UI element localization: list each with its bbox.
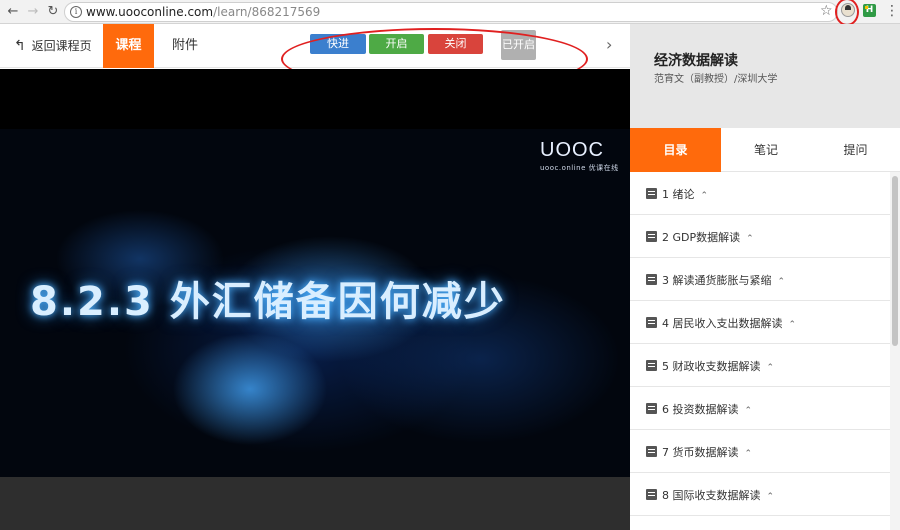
url-host: www.uooconline.com [86, 5, 214, 19]
chapter-label: 2 GDP数据解读 [662, 231, 741, 244]
chevron-up-icon[interactable]: ⌃ [767, 492, 775, 502]
chapter-item[interactable]: 7 货币数据解读 ⌃ [630, 430, 890, 473]
chapter-label: 4 居民收入支出数据解读 [662, 317, 783, 330]
chapter-item[interactable]: 8 国际收支数据解读 ⌃ [630, 473, 890, 516]
return-arrow-icon: ↰ [14, 38, 26, 54]
chevron-up-icon[interactable]: ⌃ [746, 234, 754, 244]
list-icon [646, 317, 657, 328]
annotation-circle [835, 0, 859, 26]
chapter-item[interactable]: 1 绪论 ⌃ [630, 172, 890, 215]
bookmark-star-icon[interactable]: ☆ [820, 2, 833, 20]
uooc-logo-subtitle: uooc.online 优课在线 [540, 164, 619, 172]
info-icon[interactable]: i [70, 6, 82, 18]
course-topbar: ↰ 返回课程页 课程 附件 快进 开启 关闭 已开启 › [0, 24, 630, 90]
back-label: 返回课程页 [31, 39, 92, 53]
chapter-label-wrap: 5 财政收支数据解读 ⌃ [662, 358, 774, 374]
tab-questions[interactable]: 提问 [811, 128, 900, 172]
chapter-item[interactable]: 5 财政收支数据解读 ⌃ [630, 344, 890, 387]
chevron-up-icon[interactable]: ⌃ [745, 406, 753, 416]
chevron-up-icon[interactable]: ⌃ [789, 320, 797, 330]
chapter-label-wrap: 6 投资数据解读 ⌃ [662, 401, 752, 417]
sidebar-tabs: 目录 笔记 提问 [630, 128, 900, 172]
chapter-label: 3 解读通货膨胀与紧缩 [662, 274, 772, 287]
list-icon [646, 489, 657, 500]
video-controls-bar[interactable] [0, 477, 630, 530]
url-text: www.uooconline.com/learn/868217569 [86, 5, 320, 20]
forward-arrow-icon[interactable]: → [26, 4, 40, 20]
list-icon [646, 403, 657, 414]
browser-menu-icon[interactable]: ⋮ [885, 2, 899, 20]
course-teacher: 范宵文（副教授）/深圳大学 [654, 74, 778, 85]
back-arrow-icon[interactable]: ← [6, 4, 20, 20]
chapter-label: 6 投资数据解读 [662, 403, 739, 416]
tab-catalog[interactable]: 目录 [630, 128, 721, 172]
url-path: /learn/868217569 [213, 5, 321, 19]
chapter-item[interactable]: 3 解读通货膨胀与紧缩 ⌃ [630, 258, 890, 301]
chapter-label: 8 国际收支数据解读 [662, 489, 761, 502]
course-title: 经济数据解读 [654, 53, 738, 69]
chevron-up-icon[interactable]: ⌃ [745, 449, 753, 459]
video-player[interactable]: UOOC uooc.online 优课在线 8.2.3 外汇储备因何减少 [0, 69, 630, 477]
chevron-right-icon[interactable]: › [606, 36, 612, 54]
uooc-logo: UOOC [540, 139, 604, 161]
tab-notes[interactable]: 笔记 [721, 128, 811, 172]
extension-green-icon[interactable]: H [863, 4, 876, 17]
video-title: 8.2.3 外汇储备因何减少 [30, 279, 506, 325]
chapter-item[interactable]: 4 居民收入支出数据解读 ⌃ [630, 301, 890, 344]
chevron-up-icon[interactable]: ⌃ [778, 277, 786, 287]
chapter-label-wrap: 7 货币数据解读 ⌃ [662, 444, 752, 460]
chapter-label: 5 财政收支数据解读 [662, 360, 761, 373]
chapter-label: 1 绪论 [662, 188, 695, 201]
chapter-label-wrap: 4 居民收入支出数据解读 ⌃ [662, 315, 796, 331]
reload-icon[interactable]: ↻ [46, 4, 60, 20]
list-icon [646, 446, 657, 457]
list-icon [646, 231, 657, 242]
chapter-item[interactable]: 6 投资数据解读 ⌃ [630, 387, 890, 430]
list-icon [646, 188, 657, 199]
chapter-label-wrap: 1 绪论 ⌃ [662, 186, 708, 202]
list-icon [646, 274, 657, 285]
chapter-list: 1 绪论 ⌃ 2 GDP数据解读 ⌃ 3 解读通货膨胀与紧缩 ⌃ 4 居民收入支出数据… [630, 172, 890, 530]
tab-course[interactable]: 课程 [103, 24, 154, 68]
back-to-course-link[interactable]: ↰ 返回课程页 [14, 38, 92, 54]
browser-toolbar: ← → ↻ i www.uooconline.com/learn/8682175… [0, 0, 900, 26]
chapter-label-wrap: 3 解读通货膨胀与紧缩 ⌃ [662, 272, 785, 288]
list-icon [646, 360, 657, 371]
chevron-up-icon[interactable]: ⌃ [701, 191, 709, 201]
chapter-label: 7 货币数据解读 [662, 446, 739, 459]
scrollbar-thumb[interactable] [892, 176, 898, 346]
chapter-label-wrap: 8 国际收支数据解读 ⌃ [662, 487, 774, 503]
tab-attachment[interactable]: 附件 [172, 24, 198, 68]
chevron-up-icon[interactable]: ⌃ [767, 363, 775, 373]
chapter-item[interactable]: 2 GDP数据解读 ⌃ [630, 215, 890, 258]
address-bar[interactable]: i www.uooconline.com/learn/868217569 [64, 2, 838, 22]
course-info-panel: 经济数据解读 范宵文（副教授）/深圳大学 [630, 24, 900, 128]
chapter-scrollbar[interactable] [890, 172, 900, 530]
chapter-label-wrap: 2 GDP数据解读 ⌃ [662, 229, 754, 245]
